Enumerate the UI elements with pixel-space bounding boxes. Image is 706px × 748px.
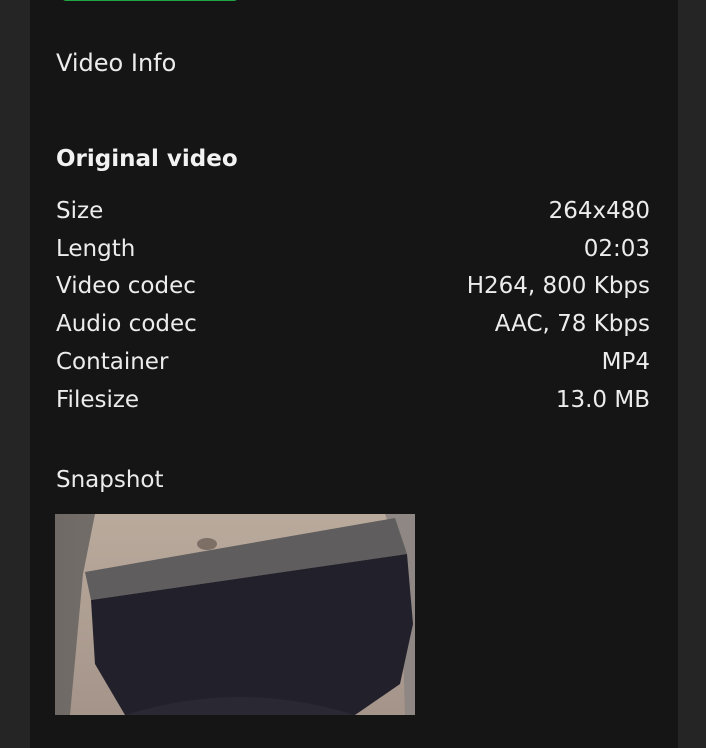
info-row-size: Size 264x480 <box>56 192 650 230</box>
info-row-video-codec: Video codec H264, 800 Kbps <box>56 268 650 306</box>
info-row-filesize: Filesize 13.0 MB <box>56 381 650 419</box>
info-label: Filesize <box>56 386 140 413</box>
snapshot-title: Snapshot <box>56 467 164 493</box>
section-title: Video Info <box>56 49 177 77</box>
info-value: 264x480 <box>548 197 650 224</box>
info-label: Audio codec <box>56 311 197 338</box>
info-value: 13.0 MB <box>555 386 650 413</box>
snapshot-image[interactable] <box>55 514 415 715</box>
info-row-container: Container MP4 <box>56 343 650 381</box>
info-label: Size <box>56 197 104 224</box>
info-label: Video codec <box>56 273 196 300</box>
info-value: 02:03 <box>583 235 650 262</box>
info-row-audio-codec: Audio codec AAC, 78 Kbps <box>56 305 650 343</box>
info-label: Length <box>56 235 136 262</box>
info-row-length: Length 02:03 <box>56 230 650 268</box>
info-label: Container <box>56 349 169 376</box>
info-value: H264, 800 Kbps <box>466 273 650 300</box>
info-value: MP4 <box>601 349 650 376</box>
info-table: Size 264x480 Length 02:03 Video codec H2… <box>56 192 650 419</box>
original-video-heading: Original video <box>56 146 238 172</box>
info-value: AAC, 78 Kbps <box>494 311 650 338</box>
snapshot-placeholder <box>55 514 415 715</box>
video-info-panel: Video Info Original video Size 264x480 L… <box>30 0 678 748</box>
download-button[interactable] <box>62 0 238 1</box>
